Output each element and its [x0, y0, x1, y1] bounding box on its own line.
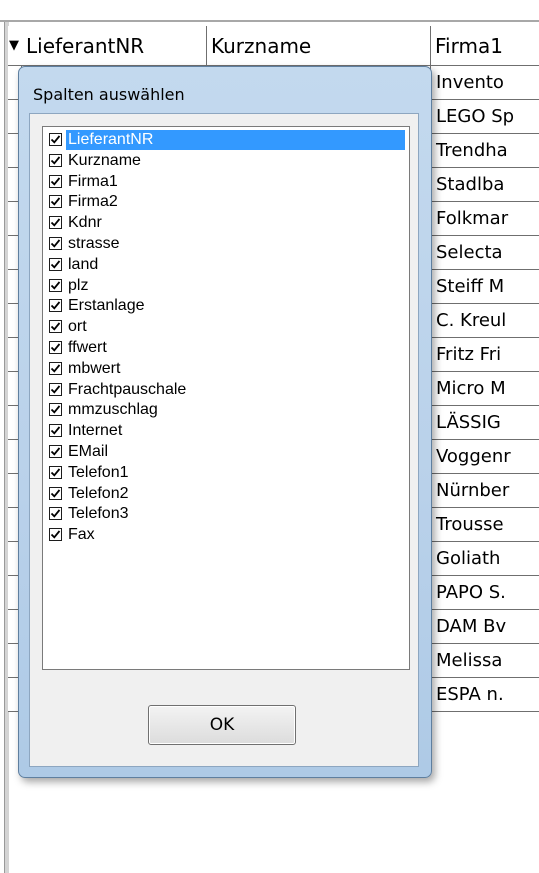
column-option-label: Firma1 [68, 172, 118, 190]
column-option-label: mbwert [68, 359, 121, 377]
column-option[interactable]: Erstanlage [49, 296, 405, 316]
checkbox[interactable] [49, 153, 62, 167]
column-option[interactable]: Telefon2 [49, 484, 405, 504]
checkbox[interactable] [49, 507, 62, 521]
top-strip [0, 0, 539, 22]
checkbox[interactable] [49, 237, 62, 250]
column-option-label: LieferantNR [66, 130, 405, 150]
table-cell[interactable]: Stadlba [431, 168, 539, 202]
table-cell[interactable]: Selecta [431, 236, 539, 270]
dialog-title: Spalten auswählen [33, 85, 185, 104]
column-option[interactable]: Fax [49, 525, 405, 545]
checkbox[interactable] [49, 528, 62, 542]
column-header-kurzname[interactable]: Kurzname [207, 26, 431, 66]
checkbox[interactable] [49, 133, 62, 146]
table-cell[interactable]: Trendha [431, 134, 539, 168]
column-option-label: land [68, 255, 99, 273]
column-option[interactable]: land [49, 255, 405, 275]
column-option-label: Firma2 [68, 193, 118, 211]
column-chooser-dialog: Spalten auswählen LieferantNR Kurzname Fir… [18, 66, 432, 778]
column-option[interactable]: ort [49, 317, 405, 337]
table-cell[interactable]: Voggenr [431, 440, 539, 474]
table-cell[interactable]: Micro M [431, 372, 539, 406]
checkbox[interactable] [49, 299, 62, 313]
column-header-lieferantnr[interactable]: LieferantNR [22, 26, 207, 66]
table-cell[interactable]: Melissa [431, 644, 539, 678]
column-option[interactable]: Telefon3 [49, 504, 405, 524]
table-cell[interactable]: Trousse [431, 508, 539, 542]
table-cell[interactable]: Goliath [431, 542, 539, 576]
checkbox[interactable] [49, 195, 62, 209]
column-option-label: Telefon1 [68, 463, 129, 481]
checkbox[interactable] [49, 486, 62, 500]
column-option-label: Telefon2 [68, 484, 129, 502]
column-option[interactable]: Firma1 [49, 172, 405, 192]
table-cell[interactable]: Fritz Fri [431, 338, 539, 372]
column-option-label: Fax [68, 526, 95, 544]
column-checklist[interactable]: LieferantNR Kurzname Firma1 Firma2 Kdnr stras… [42, 126, 410, 670]
checkbox[interactable] [49, 257, 62, 271]
column-option-label: Telefon3 [68, 505, 129, 523]
column-option-label: EMail [68, 443, 109, 460]
column-option[interactable]: Firma2 [49, 192, 405, 212]
column-option[interactable]: EMail [49, 442, 405, 462]
checkbox[interactable] [49, 424, 62, 438]
column-option-label: plz [68, 276, 89, 294]
column-option[interactable]: plz [49, 276, 405, 296]
dialog-body: LieferantNR Kurzname Firma1 Firma2 Kdnr stras… [29, 113, 419, 767]
checkbox[interactable] [49, 445, 62, 458]
table-cell[interactable]: LEGO Sp [431, 100, 539, 134]
column-option-label: Erstanlage [68, 297, 145, 315]
checkbox[interactable] [49, 216, 62, 230]
column-option-label: ffwert [68, 339, 107, 356]
checkbox[interactable] [49, 320, 62, 334]
column-option-label: Internet [68, 422, 123, 440]
column-option[interactable]: Telefon1 [49, 463, 405, 483]
column-chooser-button[interactable]: ▼ [8, 26, 22, 66]
checkbox[interactable] [49, 174, 62, 188]
table-cell[interactable]: DAM Bv [431, 610, 539, 644]
checkbox[interactable] [49, 465, 62, 479]
table-cell[interactable]: Invento [431, 66, 539, 100]
column-option[interactable]: LieferantNR [49, 130, 405, 150]
table-cell[interactable]: ESPA n. [431, 678, 539, 712]
checkbox[interactable] [49, 341, 62, 354]
checkbox[interactable] [49, 403, 62, 417]
checkbox[interactable] [49, 382, 62, 396]
column-option-label: Frachtpauschale [68, 380, 187, 398]
table-cell[interactable]: Folkmar [431, 202, 539, 236]
column-option[interactable]: Internet [49, 421, 405, 441]
column-option[interactable]: Kdnr [49, 213, 405, 233]
checkbox[interactable] [49, 278, 62, 292]
column-option[interactable]: Kurzname [49, 151, 405, 171]
column-option[interactable]: ffwert [49, 338, 405, 358]
column-option[interactable]: mbwert [49, 359, 405, 379]
column-option-label: mmzuschlag [68, 401, 158, 419]
ok-button[interactable]: OK [148, 705, 296, 745]
column-option-label: Kurzname [68, 151, 141, 169]
table-cell[interactable]: LÄSSIG [431, 406, 539, 440]
column-option-label: ort [68, 318, 87, 336]
column-option[interactable]: strasse [49, 234, 405, 254]
column-option[interactable]: Frachtpauschale [49, 380, 405, 400]
table-cell[interactable]: C. Kreul [431, 304, 539, 338]
table-cell[interactable]: PAPO S. [431, 576, 539, 610]
column-option-label: Kdnr [68, 214, 102, 232]
column-header-firma1[interactable]: Firma1 [431, 26, 539, 66]
column-option-label: strasse [68, 235, 120, 252]
table-cell[interactable]: Steiff M [431, 270, 539, 304]
column-option[interactable]: mmzuschlag [49, 400, 405, 420]
table-cell[interactable]: Nürnber [431, 474, 539, 508]
checkbox[interactable] [49, 361, 62, 375]
